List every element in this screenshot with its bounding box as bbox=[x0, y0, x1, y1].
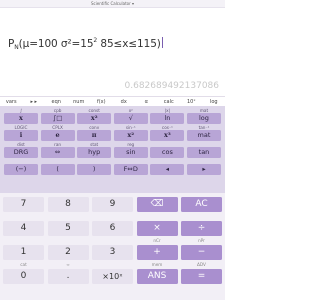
open-paren-button[interactable]: ( bbox=[40, 164, 75, 175]
num-sec-3-5: nPr bbox=[198, 238, 205, 243]
fraction-decimal-button[interactable]: F⇔D bbox=[113, 164, 148, 175]
times-ten-power-button[interactable]: ×10ˣ bbox=[92, 269, 133, 284]
plus-button[interactable]: + bbox=[136, 245, 178, 260]
ln-button[interactable]: ln bbox=[150, 113, 185, 124]
expression-input[interactable]: PN(μ=100 σ²=152 85≤x≤115) bbox=[8, 37, 163, 51]
digit-9-button[interactable]: 9 bbox=[92, 197, 133, 212]
integral-button[interactable]: ∫□ bbox=[40, 113, 75, 124]
sqrt-button[interactable]: √ bbox=[113, 113, 148, 124]
tab-log[interactable]: log bbox=[203, 99, 226, 105]
sin-button[interactable]: sin bbox=[113, 147, 148, 158]
number-keypad: 7 8 9 ⌫ AC 4 5 6 × ÷ nCr nPr 1 2 3 + − c… bbox=[0, 193, 225, 300]
cos-button[interactable]: cos bbox=[150, 147, 185, 158]
euler-e-button[interactable]: e bbox=[40, 130, 75, 141]
tab-num[interactable]: num bbox=[68, 99, 91, 105]
hyp-button[interactable]: hyp bbox=[77, 147, 112, 158]
num-sec-3-1 bbox=[3, 238, 44, 243]
function-tabs: vars ▸ ▸ eqn num f(x) dx α calc 10ˣ log bbox=[0, 96, 225, 106]
status-bar: Scientific Calculator ▾ bbox=[0, 0, 225, 8]
drg-button[interactable]: DRG bbox=[4, 147, 38, 158]
expr-body-2: 85≤x≤115) bbox=[97, 38, 161, 50]
cursor-left-button[interactable]: ◂ bbox=[150, 164, 185, 175]
negative-button[interactable]: (−) bbox=[4, 164, 38, 175]
tab-alpha[interactable]: α bbox=[135, 99, 158, 105]
result-preview: 0.682689492137086 bbox=[124, 81, 219, 91]
divide-button[interactable]: ÷ bbox=[181, 221, 222, 236]
digit-6-button[interactable]: 6 bbox=[92, 221, 133, 236]
num-sec-4-1: cat bbox=[20, 262, 27, 267]
expr-body-1: (μ=100 σ²=15 bbox=[18, 38, 94, 50]
digit-7-button[interactable]: 7 bbox=[3, 197, 44, 212]
digit-0-button[interactable]: 0 bbox=[3, 269, 44, 284]
convert-button[interactable]: ⇔ bbox=[40, 147, 75, 158]
square-button[interactable]: x² bbox=[77, 113, 112, 124]
x-cubed-button[interactable]: x³ bbox=[150, 130, 185, 141]
tab-fx[interactable]: f(x) bbox=[90, 99, 113, 105]
display-area[interactable]: PN(μ=100 σ²=152 85≤x≤115) 0.682689492137… bbox=[0, 9, 225, 95]
decimal-point-button[interactable]: . bbox=[47, 269, 89, 284]
num-sec-4-5: ΔDV bbox=[197, 262, 206, 267]
cursor-right-button[interactable]: ▸ bbox=[186, 164, 221, 175]
digit-5-button[interactable]: 5 bbox=[47, 221, 89, 236]
tab-calc[interactable]: calc bbox=[158, 99, 181, 105]
digit-8-button[interactable]: 8 bbox=[47, 197, 89, 212]
tab-arrows[interactable]: ▸ ▸ bbox=[23, 99, 46, 105]
num-sec-4-3 bbox=[92, 262, 133, 267]
answer-button[interactable]: ANS bbox=[136, 269, 178, 284]
tab-pow10[interactable]: 10ˣ bbox=[180, 99, 203, 105]
digit-3-button[interactable]: 3 bbox=[92, 245, 133, 260]
close-paren-button[interactable]: ) bbox=[77, 164, 112, 175]
scientific-keypad: ∫ cpb const x² |x| mat x ∫□ x² √ ln log … bbox=[0, 106, 225, 193]
app-title[interactable]: Scientific Calculator ▾ bbox=[0, 0, 225, 8]
imaginary-i-button[interactable]: i bbox=[4, 130, 38, 141]
x-squared-button[interactable]: x² bbox=[113, 130, 148, 141]
digit-2-button[interactable]: 2 bbox=[47, 245, 89, 260]
pi-button[interactable]: π bbox=[77, 130, 112, 141]
text-cursor bbox=[161, 37, 163, 48]
minus-button[interactable]: − bbox=[181, 245, 222, 260]
num-sec-3-2 bbox=[48, 238, 89, 243]
num-sec-4-2: ∞ bbox=[66, 262, 70, 267]
backspace-button[interactable]: ⌫ bbox=[136, 197, 178, 212]
num-sec-3-4: nCr bbox=[153, 238, 161, 243]
matrix-button[interactable]: mat bbox=[186, 130, 221, 141]
digit-1-button[interactable]: 1 bbox=[3, 245, 44, 260]
equals-button[interactable]: = bbox=[181, 269, 222, 284]
tab-eqn[interactable]: eqn bbox=[45, 99, 68, 105]
digit-4-button[interactable]: 4 bbox=[3, 221, 44, 236]
tan-button[interactable]: tan bbox=[186, 147, 221, 158]
tab-vars[interactable]: vars bbox=[0, 99, 23, 105]
log-button[interactable]: log bbox=[186, 113, 221, 124]
num-sec-4-4: mem bbox=[151, 262, 163, 267]
variable-x-button[interactable]: x bbox=[4, 113, 38, 124]
all-clear-button[interactable]: AC bbox=[181, 197, 222, 212]
multiply-button[interactable]: × bbox=[136, 221, 178, 236]
num-sec-3-3 bbox=[92, 238, 133, 243]
tab-dx[interactable]: dx bbox=[113, 99, 136, 105]
